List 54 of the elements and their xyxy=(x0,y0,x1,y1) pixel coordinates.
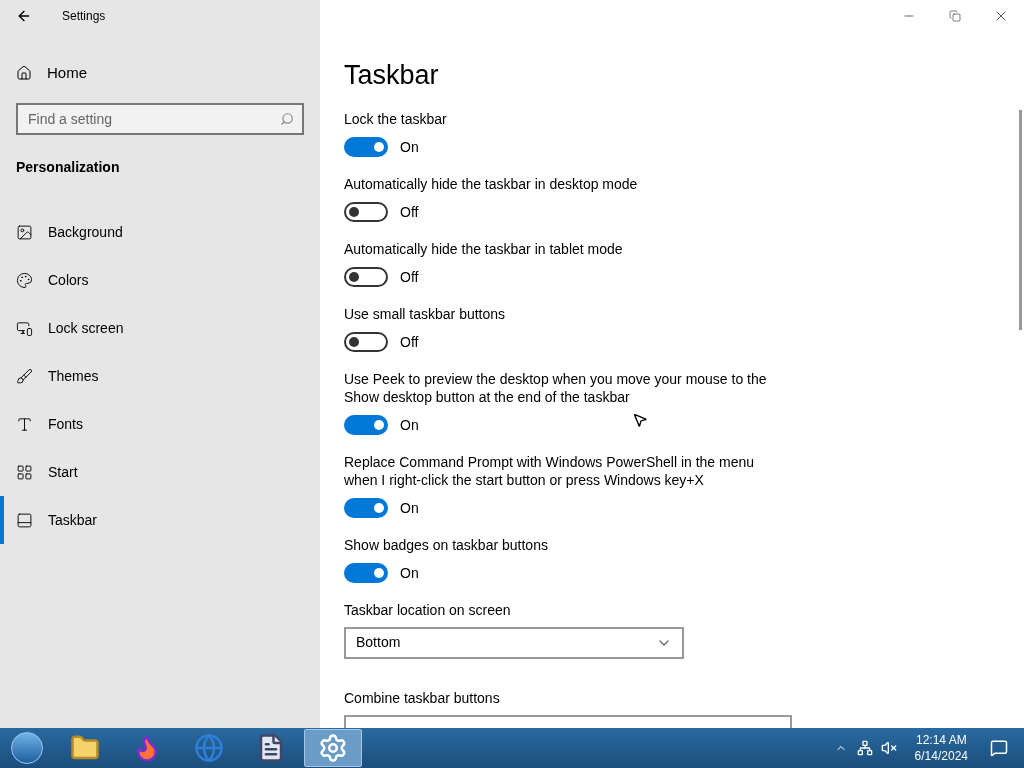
setting-label: Automatically hide the taskbar in tablet mode xyxy=(344,239,624,258)
brush-icon xyxy=(16,367,33,385)
mouse-cursor-icon xyxy=(632,412,648,428)
toggle-state: On xyxy=(400,137,419,157)
toggle-switch[interactable] xyxy=(344,267,388,287)
toggle-switch[interactable] xyxy=(344,415,388,435)
home-link[interactable]: Home xyxy=(0,55,320,91)
setting-label: Lock the taskbar xyxy=(344,109,448,128)
palette-icon xyxy=(16,271,33,289)
nav-item[interactable]: Start xyxy=(0,448,320,496)
nav-item[interactable]: Fonts xyxy=(0,400,320,448)
notification-icon[interactable] xyxy=(990,739,1008,757)
toggle-state: On xyxy=(400,563,419,583)
restore-icon xyxy=(949,10,961,22)
setting-label: Use Peek to preview the desktop when you move your mouse to the Show desktop button at the end of the taskbar xyxy=(344,369,768,406)
window-title: Settings xyxy=(62,8,106,25)
toggle-switch[interactable] xyxy=(344,563,388,583)
toggle-switch[interactable] xyxy=(344,498,388,518)
home-icon xyxy=(16,65,32,81)
nav-item[interactable]: Colors xyxy=(0,256,320,304)
clock[interactable]: 12:14 AM 6/14/2024 xyxy=(908,732,974,764)
toggle-switch[interactable] xyxy=(344,332,388,352)
picture-icon xyxy=(16,223,33,241)
setting-label: Combine taskbar buttons xyxy=(344,688,501,707)
setting-label: Show badges on taskbar buttons xyxy=(344,535,549,554)
toggle-state: On xyxy=(400,415,419,435)
gear-icon xyxy=(318,733,348,763)
toggle-switch[interactable] xyxy=(344,137,388,157)
volume-muted-icon[interactable] xyxy=(880,740,897,756)
toggle-switch[interactable] xyxy=(344,202,388,222)
toggle-state: Off xyxy=(400,332,419,352)
globe-icon xyxy=(194,733,224,763)
setting-label: Automatically hide the taskbar in desktop mode xyxy=(344,174,639,193)
setting-label: Use small taskbar buttons xyxy=(344,304,507,323)
nav-item[interactable]: Background xyxy=(0,208,320,256)
network-icon[interactable] xyxy=(856,740,873,756)
page-title: Taskbar xyxy=(344,59,440,92)
search-icon xyxy=(280,112,294,126)
setting-label: Taskbar location on screen xyxy=(344,600,512,619)
taskbar-icon xyxy=(16,511,33,529)
location-dropdown[interactable]: Bottom xyxy=(344,626,684,659)
section-heading: Personalization xyxy=(15,158,121,177)
font-icon xyxy=(16,415,33,433)
toggle-state: On xyxy=(400,498,419,518)
monitor-lock-icon xyxy=(16,319,33,337)
nav-item[interactable]: Themes xyxy=(0,352,320,400)
toggle-state: Off xyxy=(400,267,419,287)
start-orb-icon xyxy=(11,732,43,764)
search-field[interactable]: Find a setting xyxy=(16,103,304,135)
toggle-state: Off xyxy=(400,202,419,222)
nav-item[interactable]: Lock screen xyxy=(0,304,320,352)
tiles-icon xyxy=(16,463,33,481)
setting-label: Replace Command Prompt with Windows PowerShell in the menu when I right-click the start button or press Windows key+X xyxy=(344,452,756,489)
back-icon[interactable] xyxy=(16,8,32,24)
